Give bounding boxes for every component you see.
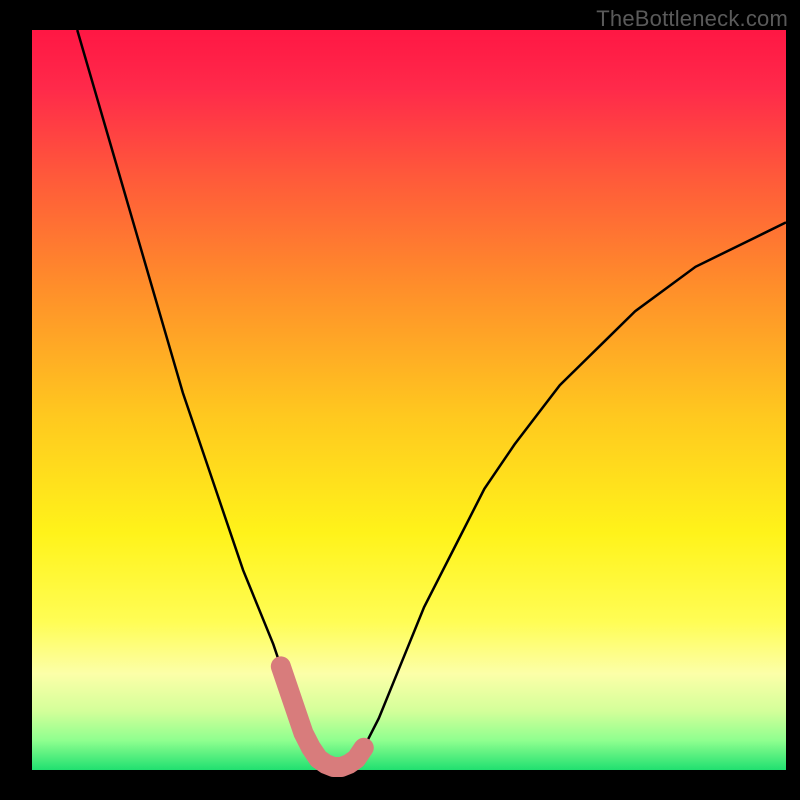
plot-background [32, 30, 786, 770]
watermark-text: TheBottleneck.com [596, 6, 788, 32]
chart-container: TheBottleneck.com [0, 0, 800, 800]
bottleneck-chart [0, 0, 800, 800]
